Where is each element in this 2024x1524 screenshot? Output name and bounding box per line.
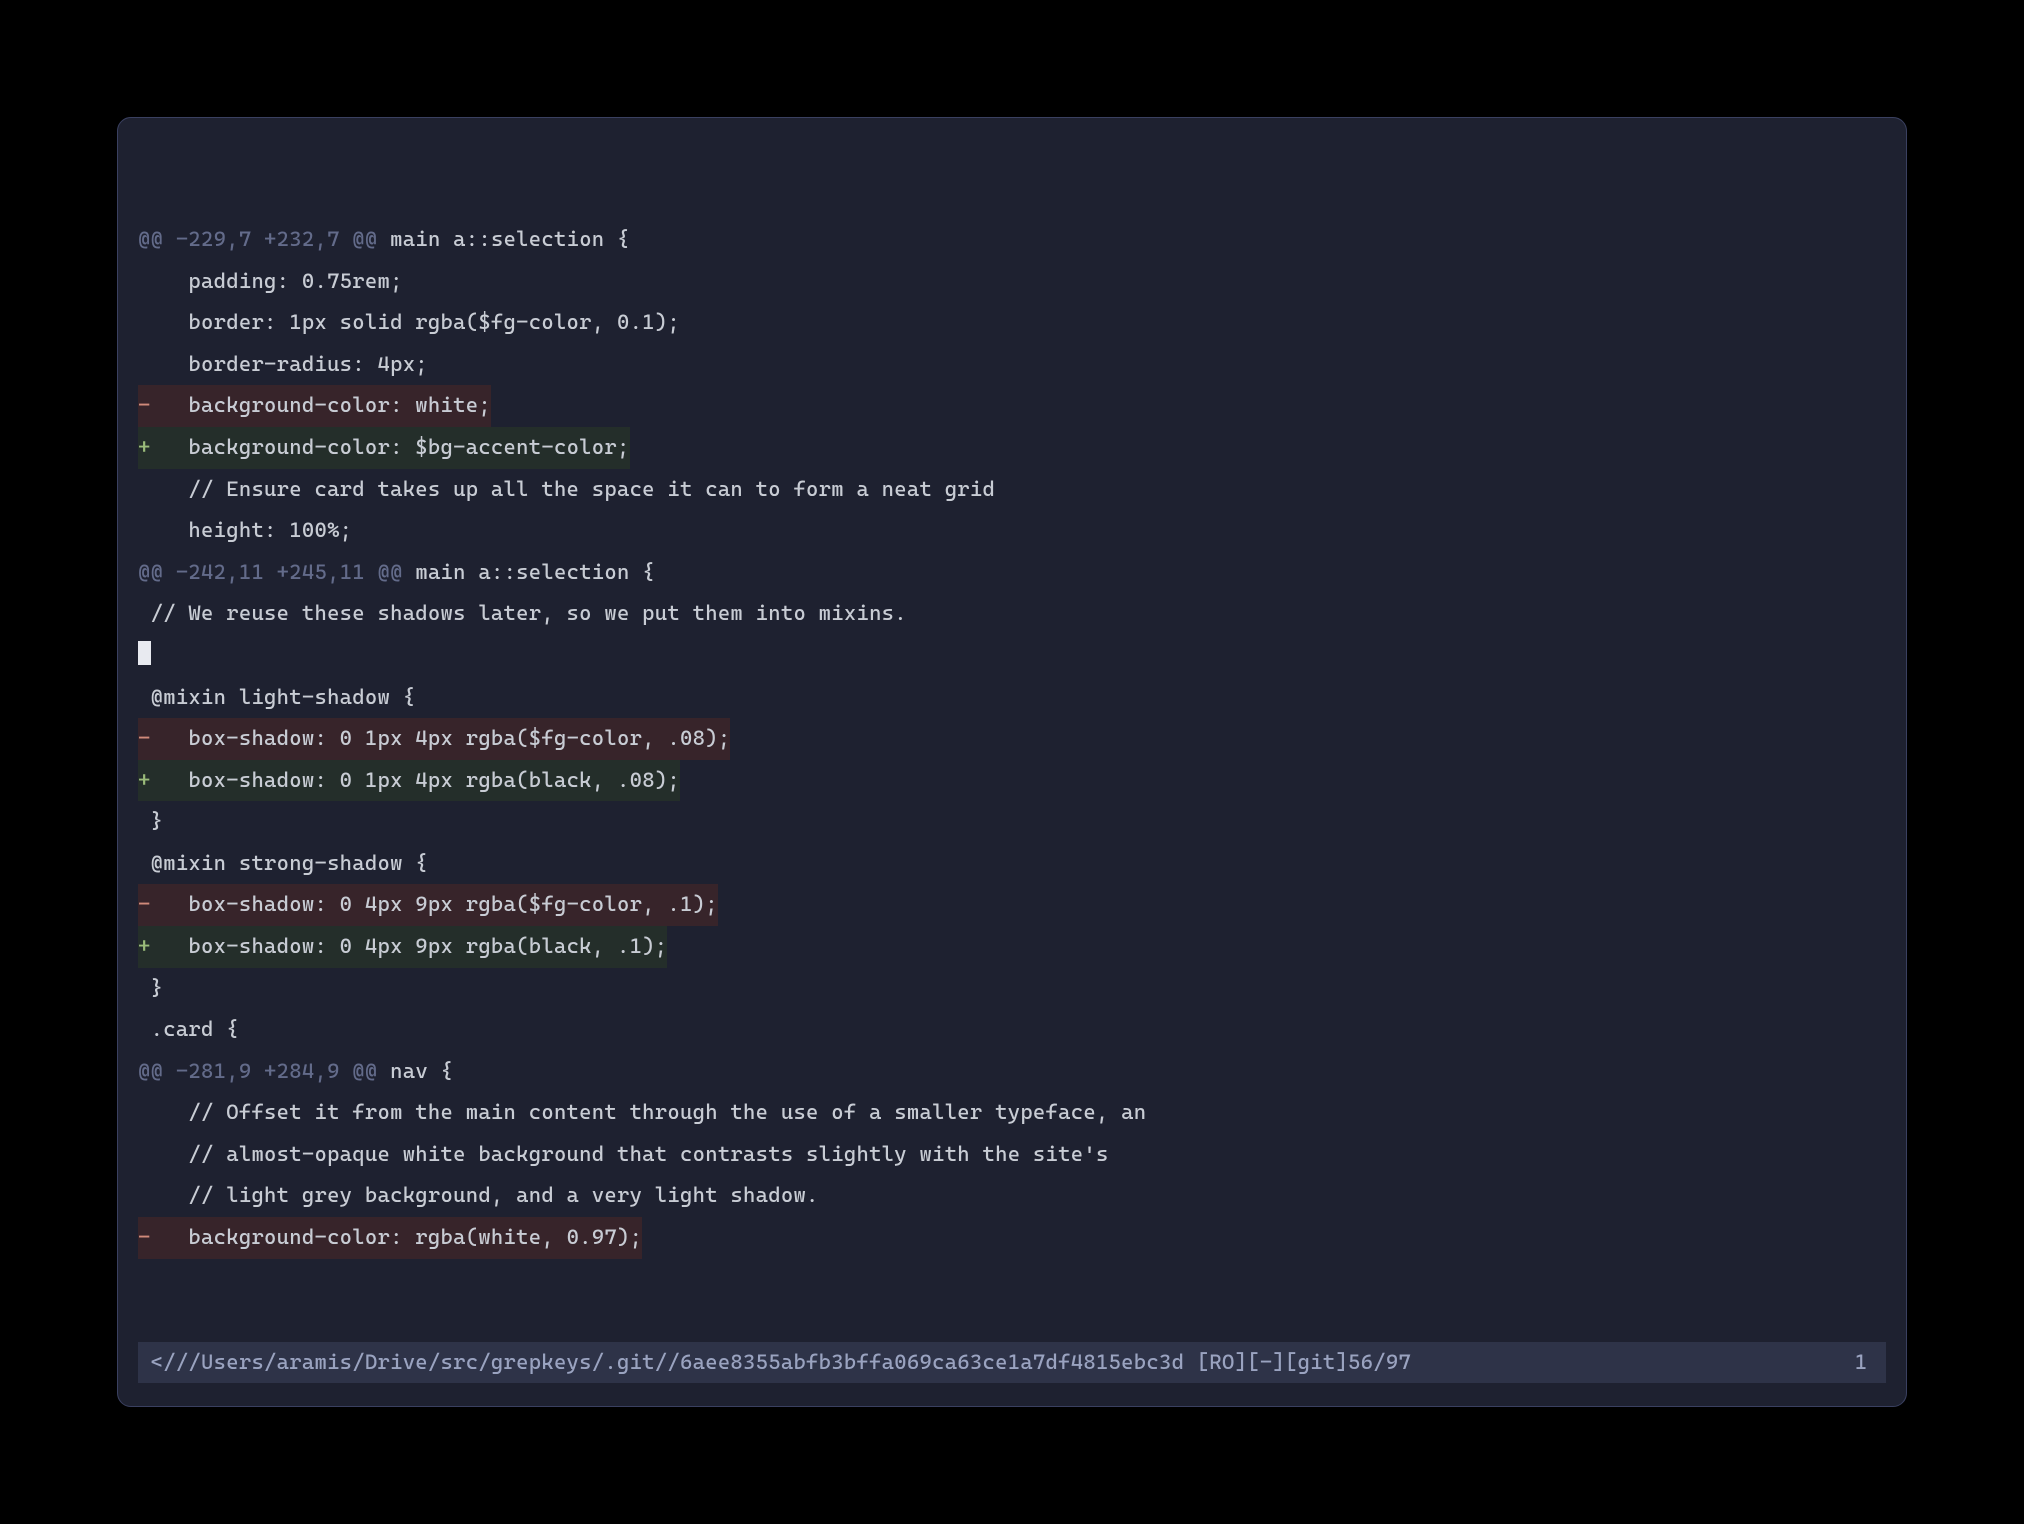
status-line: <///Users/aramis/Drive/src/grepkeys/.git… [138, 1342, 1886, 1384]
diff-removed-line: - background-color: white; [138, 385, 1886, 427]
diff-context-line: @mixin strong-shadow { [138, 843, 1886, 885]
diff-removed-line: - box-shadow: 0 1px 4px rgba($fg-color, … [138, 718, 1886, 760]
cursor-block-icon [138, 641, 151, 665]
diff-added-line: + box-shadow: 0 1px 4px rgba(black, .08)… [138, 760, 1886, 802]
diff-hunk-header: @@ -229,7 +232,7 @@ main a::selection { [138, 219, 1886, 261]
diff-context-line: // light grey background, and a very lig… [138, 1175, 1886, 1217]
diff-removed-line: - background-color: rgba(white, 0.97); [138, 1217, 1886, 1259]
diff-context-line: border: 1px solid rgba($fg-color, 0.1); [138, 302, 1886, 344]
status-file-path: <///Users/aramis/Drive/src/grepkeys/.git… [138, 1342, 1855, 1384]
status-column: 1 [1855, 1342, 1880, 1384]
diff-context-line: height: 100%; [138, 510, 1886, 552]
diff-context-line: padding: 0.75rem; [138, 261, 1886, 303]
diff-context-line: // Offset it from the main content throu… [138, 1092, 1886, 1134]
diff-context-line: } [138, 968, 1886, 1010]
terminal-window[interactable]: @@ -229,7 +232,7 @@ main a::selection { … [117, 117, 1907, 1407]
diff-content[interactable]: @@ -229,7 +232,7 @@ main a::selection { … [138, 136, 1886, 1407]
diff-context-line: } [138, 801, 1886, 843]
diff-hunk-header: @@ -242,11 +245,11 @@ main a::selection … [138, 552, 1886, 594]
diff-removed-line: - box-shadow: 0 4px 9px rgba($fg-color, … [138, 884, 1886, 926]
diff-context-line: @mixin light-shadow { [138, 677, 1886, 719]
diff-added-line: + box-shadow: 0 4px 9px rgba(black, .1); [138, 926, 1886, 968]
diff-context-line: .card { [138, 1009, 1886, 1051]
diff-added-line: + background-color: $bg-accent-color; [138, 427, 1886, 469]
diff-context-line: // Ensure card takes up all the space it… [138, 469, 1886, 511]
diff-context-line: // We reuse these shadows later, so we p… [138, 593, 1886, 635]
cursor-line [138, 635, 1886, 677]
diff-hunk-header: @@ -281,9 +284,9 @@ nav { [138, 1051, 1886, 1093]
diff-context-line: // almost-opaque white background that c… [138, 1134, 1886, 1176]
diff-context-line: border-radius: 4px; [138, 344, 1886, 386]
